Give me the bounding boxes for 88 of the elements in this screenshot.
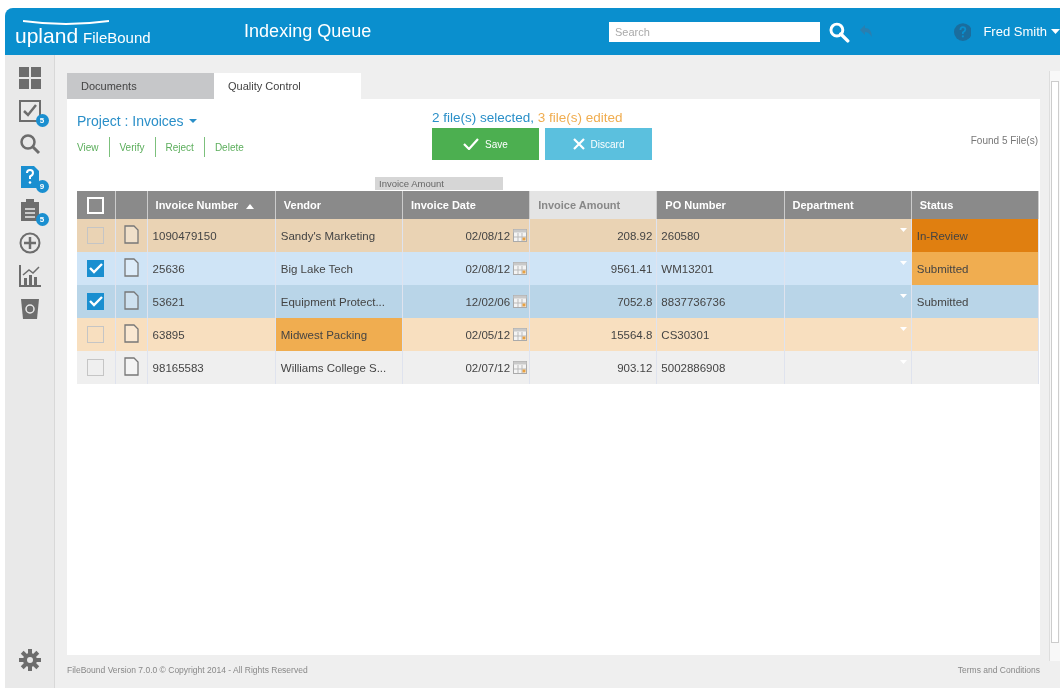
- column-header[interactable]: Department: [784, 191, 912, 219]
- caret-icon: [188, 119, 197, 123]
- table-cell: 02/05/12: [465, 329, 511, 341]
- column-header[interactable]: PO Number: [656, 191, 785, 219]
- action-link[interactable]: Reject: [165, 141, 194, 153]
- document-icon: [123, 357, 139, 376]
- document-icon: [123, 258, 139, 277]
- select-all-checkbox[interactable]: [87, 196, 105, 214]
- selected-count: 2 file(s) selected,: [432, 110, 535, 125]
- checkmark-icon: [463, 138, 480, 150]
- column-header[interactable]: Invoice Amount: [529, 191, 657, 219]
- document-icon: [123, 225, 139, 244]
- count-badge: 9: [35, 180, 49, 193]
- calendar-icon[interactable]: [513, 361, 528, 374]
- document-icon: [123, 324, 139, 343]
- row-checkbox[interactable]: [87, 359, 105, 376]
- close-icon: [572, 138, 585, 150]
- row-checkbox[interactable]: [87, 293, 105, 310]
- calendar-icon[interactable]: [513, 295, 528, 308]
- clipboard-icon: [20, 198, 39, 221]
- calendar-icon[interactable]: [513, 262, 528, 275]
- question-nav-item[interactable]: 9: [11, 160, 48, 193]
- checkbox-icon: [18, 99, 41, 122]
- table-cell: Williams College S...: [275, 351, 403, 384]
- column-header[interactable]: [115, 191, 148, 219]
- calendar-icon[interactable]: [513, 229, 528, 242]
- discard-button[interactable]: Discard: [545, 128, 652, 160]
- logo-swoosh-icon: [23, 19, 109, 26]
- table-row[interactable]: 53621 Equipment Protect... 12/02/06 7052.8 8837736736 Submitted: [77, 285, 1039, 318]
- column-header[interactable]: Vendor: [275, 191, 403, 219]
- action-link[interactable]: View: [77, 141, 99, 153]
- terms-link[interactable]: Terms and Conditions: [957, 665, 1040, 675]
- column-header[interactable]: Invoice Number: [147, 191, 276, 219]
- table-cell: 02/08/12: [465, 263, 511, 275]
- result-count: Found 5 File(s): [970, 135, 1039, 146]
- count-badge: 5: [35, 114, 49, 127]
- dropdown-arrow-icon[interactable]: [899, 294, 907, 298]
- drag-column-label: Invoice Amount: [375, 177, 503, 190]
- tab[interactable]: Quality Control: [214, 73, 361, 99]
- table-cell: 12/02/06: [465, 296, 511, 308]
- caret-icon: [1051, 29, 1060, 34]
- table-row[interactable]: 98165583 Williams College S... 02/07/12 903.12 5002886908: [77, 351, 1039, 384]
- column-header[interactable]: Invoice Date: [402, 191, 530, 219]
- status-cell: Submitted: [911, 252, 1039, 285]
- count-badge: 5: [35, 213, 49, 226]
- sort-ascending-icon: [246, 204, 255, 209]
- question-document-icon: [20, 165, 39, 188]
- search-field[interactable]: Search: [609, 21, 821, 42]
- copyright-text: FileBound Version 7.0.0 © Copyright 2014 - All Rights Reserved: [67, 665, 308, 675]
- add-circle-icon: [18, 231, 41, 254]
- table-row[interactable]: 1090479150 Sandy's Marketing 02/08/12 208.92 260580 In-Review: [77, 219, 1039, 252]
- grid-icon: [18, 66, 41, 89]
- column-header[interactable]: Status: [911, 191, 1039, 219]
- dropdown-arrow-icon[interactable]: [899, 327, 907, 331]
- row-checkbox[interactable]: [87, 326, 105, 343]
- table-cell: 903.12: [529, 351, 657, 384]
- action-link[interactable]: Delete: [214, 141, 244, 153]
- table-cell: 02/08/12: [465, 230, 511, 242]
- table-cell: 02/07/12: [465, 362, 511, 374]
- table-row[interactable]: 63895 Midwest Packing 02/05/12 15564.8 CS30301: [77, 318, 1039, 351]
- product-name: FileBound: [83, 28, 151, 46]
- dropdown-arrow-icon[interactable]: [899, 228, 907, 232]
- clipboard-nav-item[interactable]: 5: [11, 193, 48, 226]
- chart-icon: [18, 264, 41, 287]
- row-checkbox[interactable]: [87, 227, 105, 244]
- help-icon[interactable]: [953, 22, 972, 41]
- action-link[interactable]: Verify: [119, 141, 145, 153]
- status-cell: In-Review: [911, 219, 1039, 252]
- edited-count: 3 file(s) edited: [537, 110, 623, 125]
- search-icon[interactable]: [828, 20, 850, 43]
- calendar-icon[interactable]: [513, 328, 528, 341]
- table-row[interactable]: 25636 Big Lake Tech 02/08/12 9561.41 WM13201 Submitted: [77, 252, 1039, 285]
- dropdown-arrow-icon[interactable]: [899, 261, 907, 265]
- recycle-bin-icon: [20, 298, 39, 319]
- table-cell: 5002886908: [656, 351, 785, 384]
- row-checkbox[interactable]: [87, 260, 105, 277]
- table-cell: 98165583: [147, 351, 276, 384]
- table-cell: Midwest Packing: [275, 318, 403, 351]
- project-dropdown[interactable]: Project : Invoices: [77, 113, 197, 129]
- page-title: Indexing Queue: [244, 21, 373, 42]
- column-header[interactable]: [77, 191, 116, 219]
- check-nav-item[interactable]: 5: [11, 94, 48, 127]
- user-menu[interactable]: Fred Smith: [983, 24, 1060, 39]
- tab[interactable]: Documents: [67, 73, 214, 99]
- brand-logo: upland: [15, 23, 79, 48]
- save-button[interactable]: Save: [432, 128, 539, 160]
- document-icon: [123, 291, 139, 310]
- search-icon: [18, 132, 41, 155]
